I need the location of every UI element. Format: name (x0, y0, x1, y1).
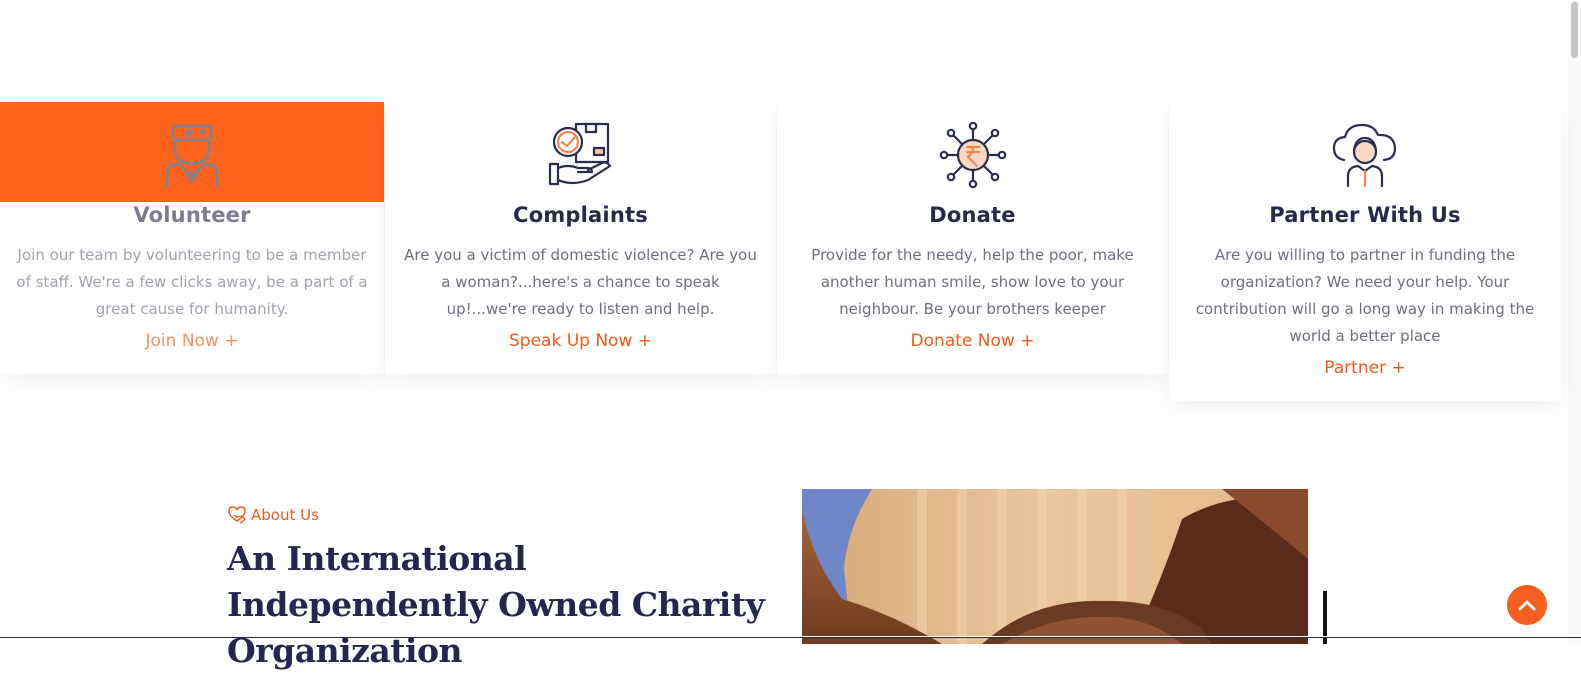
rupee-network-icon (939, 121, 1006, 189)
card-description: Are you willing to partner in funding th… (1195, 246, 1535, 345)
card-title: Volunteer (133, 203, 251, 227)
cloud-person-icon (1332, 123, 1397, 188)
card-donate: Donate Provide for the needy, help the p… (777, 102, 1168, 374)
page-scrollbar[interactable] (1568, 0, 1581, 644)
bottom-divider (0, 636, 1581, 644)
about-us-tag: About Us (227, 506, 319, 524)
card-description: Provide for the needy, help the poor, ma… (811, 246, 1134, 318)
heart-hand-icon (228, 506, 246, 524)
scroll-to-top-button[interactable] (1507, 585, 1547, 625)
card-description: Are you a victim of domestic violence? A… (404, 246, 757, 318)
complaint-box-hand-icon (548, 122, 611, 186)
card-title: Complaints (513, 203, 648, 227)
about-heading: An International Independently Owned Cha… (227, 539, 765, 670)
chevron-up-icon (1518, 600, 1536, 611)
join-now-link[interactable]: Join Now + (0, 331, 384, 351)
card-complaints: Complaints Are you a victim of domestic … (385, 102, 776, 374)
card-title: Partner With Us (1269, 203, 1461, 227)
service-cards: Volunteer Join our team by volunteering … (0, 102, 1561, 402)
card-description: Join our team by volunteering to be a me… (16, 246, 368, 318)
speak-up-now-link[interactable]: Speak Up Now + (385, 331, 776, 351)
partner-link[interactable]: Partner + (1169, 358, 1561, 378)
volunteer-icon (165, 124, 219, 188)
card-title: Donate (929, 203, 1016, 227)
donate-now-link[interactable]: Donate Now + (777, 331, 1168, 351)
card-partner: Partner With Us Are you willing to partn… (1169, 102, 1561, 401)
about-photo (802, 489, 1308, 644)
about-us-label: About Us (251, 506, 319, 524)
scrollbar-thumb[interactable] (1571, 2, 1578, 58)
card-volunteer: Volunteer Join our team by volunteering … (0, 102, 384, 374)
